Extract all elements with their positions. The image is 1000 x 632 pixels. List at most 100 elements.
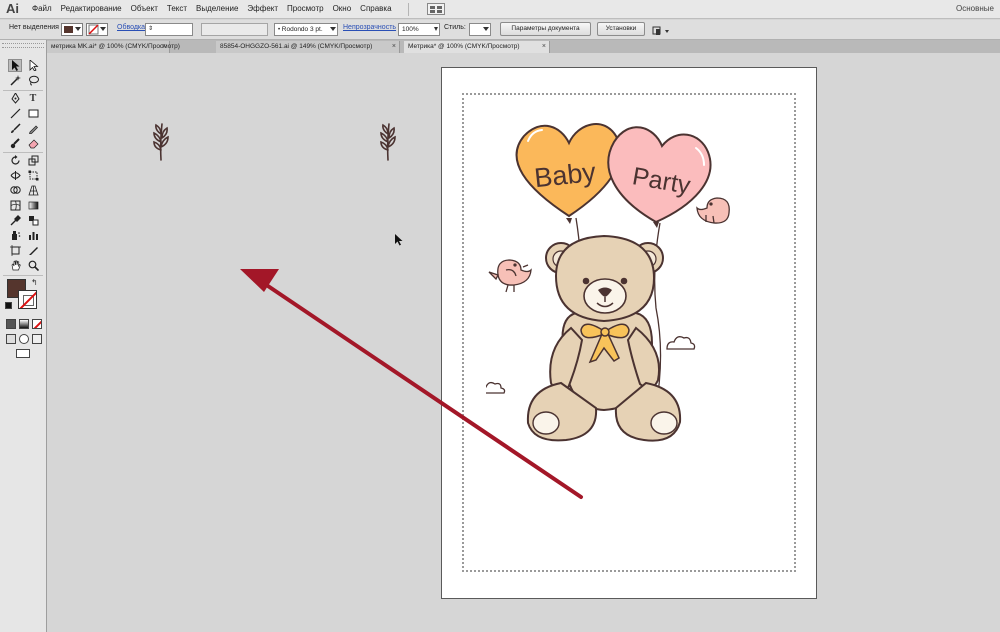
selection-tool-icon[interactable]	[8, 59, 22, 72]
menu-type[interactable]: Текст	[165, 4, 194, 13]
color-mode-icon[interactable]	[6, 319, 16, 329]
panel-grip[interactable]	[2, 43, 44, 48]
paintbrush-tool-icon[interactable]	[8, 122, 22, 135]
rotate-tool-icon[interactable]	[8, 154, 22, 167]
arrange-documents-icon[interactable]	[427, 3, 445, 15]
style-label: Стиль:	[444, 24, 466, 31]
tool-divider	[3, 90, 43, 91]
bird-right[interactable]	[696, 197, 730, 224]
cloud-left	[486, 381, 506, 394]
fill-color-chip	[64, 26, 73, 33]
gradient-mode-icon[interactable]	[19, 319, 29, 329]
blob-brush-tool-icon[interactable]	[8, 137, 22, 150]
menu-effect[interactable]: Эффект	[245, 4, 285, 13]
gradient-tool-icon[interactable]	[26, 199, 40, 212]
tool-divider	[3, 275, 43, 276]
artboard[interactable]: Baby Party	[441, 67, 817, 599]
perspective-grid-tool-icon[interactable]	[26, 184, 40, 197]
app-logo: Ai	[6, 1, 19, 16]
eyedropper-tool-icon[interactable]	[8, 214, 22, 227]
free-transform-tool-icon[interactable]	[26, 169, 40, 182]
tab-85854[interactable]: 85854-OHGGZO-561.ai @ 149% (CMYK/Просмот…	[216, 41, 400, 53]
tab-metrika-active[interactable]: Метрика* @ 100% (CMYK/Просмотр) ×	[404, 41, 550, 53]
close-icon[interactable]: ×	[392, 41, 396, 52]
sprig-icon[interactable]	[378, 120, 398, 162]
brush-value: Rodondo 3 pt.	[281, 26, 323, 33]
stepper-icon[interactable]: ⇕	[148, 24, 153, 35]
magic-wand-tool-icon[interactable]	[8, 74, 22, 87]
width-tool-icon[interactable]	[8, 169, 22, 182]
chevron-down-icon	[75, 27, 81, 31]
menu-list: Файл Редактирование Объект Текст Выделен…	[30, 4, 399, 13]
align-options-icon[interactable]	[652, 24, 672, 35]
document-setup-button[interactable]: Параметры документа	[500, 22, 591, 36]
draw-normal-icon[interactable]	[6, 334, 16, 344]
tool-divider	[3, 152, 43, 153]
pencil-tool-icon[interactable]	[26, 122, 40, 135]
type-tool-icon[interactable]: T	[26, 92, 40, 105]
line-segment-tool-icon[interactable]	[8, 107, 22, 120]
hand-tool-icon[interactable]	[8, 259, 22, 272]
shape-builder-tool-icon[interactable]	[8, 184, 22, 197]
style-dropdown[interactable]	[469, 23, 491, 36]
scale-tool-icon[interactable]	[26, 154, 40, 167]
bird-left[interactable]	[488, 259, 532, 293]
opacity-field[interactable]: 100%	[398, 23, 440, 36]
menu-select[interactable]: Выделение	[194, 4, 245, 13]
eraser-tool-icon[interactable]	[26, 137, 40, 150]
preferences-button[interactable]: Установки	[597, 22, 645, 36]
artboard-tool-icon[interactable]	[8, 244, 22, 257]
menu-view[interactable]: Просмотр	[285, 4, 331, 13]
swap-colors-icon[interactable]: ↰	[31, 278, 38, 287]
rectangle-tool-icon[interactable]	[26, 107, 40, 120]
menu-bar: Ai Файл Редактирование Объект Текст Выде…	[0, 0, 1000, 19]
workspace-switcher[interactable]: Основные	[956, 4, 994, 13]
chevron-down-icon	[483, 27, 489, 31]
menu-help[interactable]: Справка	[358, 4, 398, 13]
variable-width-field[interactable]	[201, 23, 268, 36]
lasso-tool-icon[interactable]	[26, 74, 40, 87]
canvas-area[interactable]: Baby Party	[47, 53, 1000, 632]
blend-tool-icon[interactable]	[26, 214, 40, 227]
chevron-right-icon	[434, 27, 438, 31]
draw-inside-icon[interactable]	[32, 334, 42, 344]
tab-metrika-mk[interactable]: метрика MK.ai* @ 100% (CMYK/Просмотр) ×	[47, 41, 180, 53]
close-icon[interactable]: ×	[162, 41, 166, 52]
document-tabs: метрика MK.ai* @ 100% (CMYK/Просмотр) × …	[47, 40, 1000, 53]
mesh-tool-icon[interactable]	[8, 199, 22, 212]
menu-edit[interactable]: Редактирование	[59, 4, 129, 13]
column-graph-tool-icon[interactable]	[26, 229, 40, 242]
stroke-weight-field[interactable]: ⇕	[145, 23, 193, 36]
symbol-sprayer-tool-icon[interactable]	[8, 229, 22, 242]
chevron-down-icon	[330, 27, 336, 31]
fill-color-dropdown[interactable]	[61, 23, 83, 36]
menu-window[interactable]: Окно	[331, 4, 359, 13]
direct-selection-tool-icon[interactable]	[26, 59, 40, 72]
stroke-label[interactable]: Обводка:	[117, 24, 147, 31]
baby-party-illustration[interactable]: Baby Party	[486, 118, 776, 458]
opacity-label[interactable]: Непрозрачность	[343, 24, 396, 31]
sprig-icon[interactable]	[151, 120, 171, 162]
screen-mode-icon[interactable]	[16, 349, 30, 358]
close-icon[interactable]: ×	[542, 41, 546, 52]
menu-file[interactable]: Файл	[30, 4, 59, 13]
opacity-value: 100%	[402, 26, 419, 33]
cursor-icon	[395, 234, 403, 246]
brush-dropdown[interactable]: • Rodondo 3 pt.	[274, 23, 338, 36]
chevron-down-icon	[100, 27, 106, 31]
menu-separator	[408, 3, 409, 16]
tab-label: 85854-OHGGZO-561.ai @ 149% (CMYK/Просмот…	[220, 43, 373, 50]
stroke-color-swatch[interactable]	[18, 290, 37, 309]
none-mode-icon[interactable]	[32, 319, 42, 329]
default-colors-icon[interactable]	[5, 302, 12, 309]
stroke-color-dropdown[interactable]	[86, 23, 108, 36]
menu-object[interactable]: Объект	[129, 4, 165, 13]
tab-label: метрика MK.ai* @ 100% (CMYK/Просмотр)	[51, 43, 180, 50]
zoom-tool-icon[interactable]	[26, 259, 40, 272]
draw-behind-icon[interactable]	[19, 334, 29, 344]
selection-status: Нет выделения	[9, 24, 59, 31]
control-bar: Нет выделения Обводка: ⇕ • Rodondo 3 pt.…	[0, 20, 1000, 40]
tools-panel: T ↰	[0, 40, 47, 632]
pen-tool-icon[interactable]	[8, 92, 22, 105]
slice-tool-icon[interactable]	[26, 244, 40, 257]
